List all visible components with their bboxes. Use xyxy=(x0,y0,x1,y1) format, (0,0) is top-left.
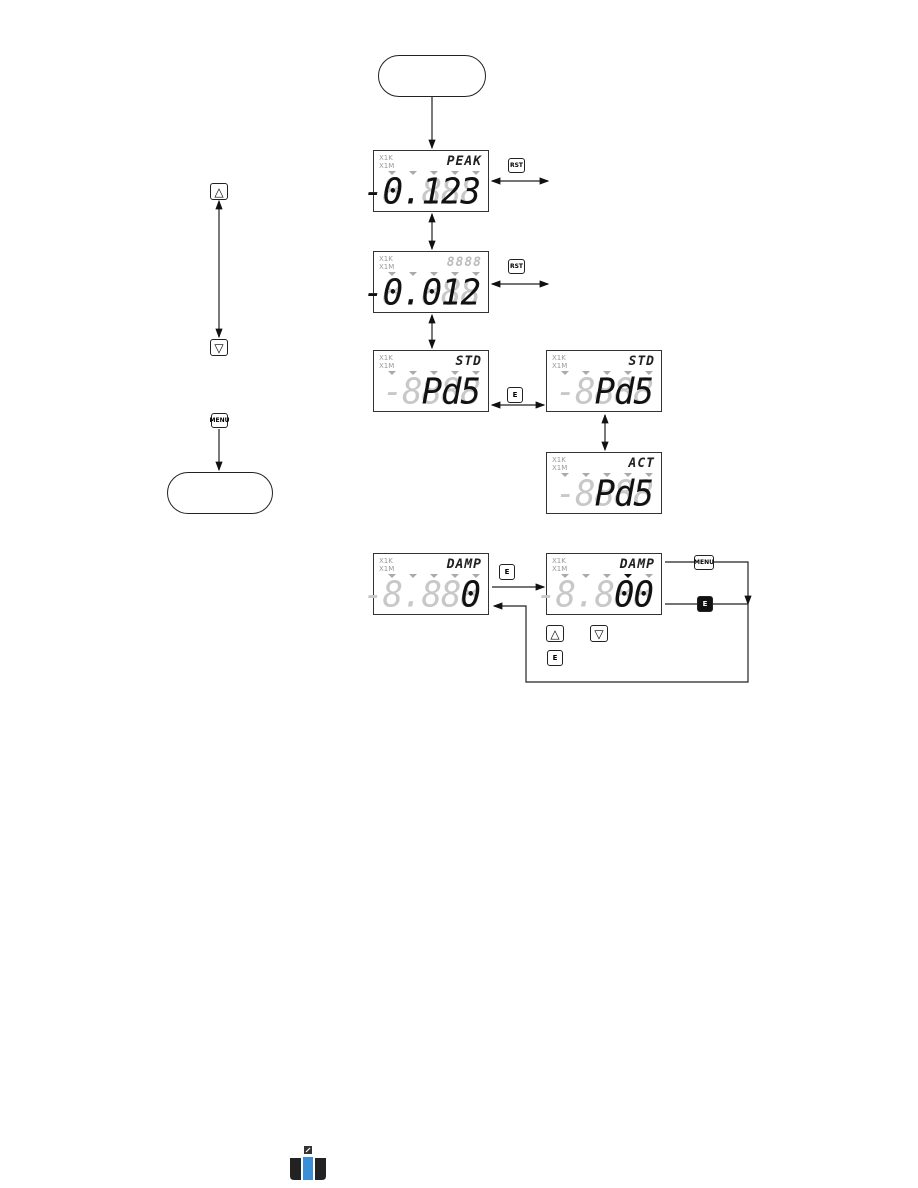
mode-label: STD xyxy=(455,354,482,369)
start-oval xyxy=(378,55,486,97)
rst-key-value[interactable]: RST xyxy=(508,259,525,274)
x1k-label: X1K xyxy=(552,456,566,464)
menu-flow-diagram: X1K X1M PEAK -8.888 -0.123 X1K X1M 8888 -8.… xyxy=(0,0,918,1188)
company-logo xyxy=(290,1146,326,1180)
x1m-label: X1M xyxy=(379,162,395,170)
x1m-label: X1M xyxy=(552,565,568,573)
mode-label: ACT xyxy=(628,456,655,471)
mode-label: PEAK xyxy=(446,154,482,169)
display-value: -0.123 xyxy=(363,171,481,213)
rst-key-peak[interactable]: RST xyxy=(508,158,525,173)
up-key-damp[interactable]: △ xyxy=(546,625,564,642)
enter-key-edit[interactable]: E xyxy=(547,650,563,666)
multiplier-labels: X1K X1M xyxy=(379,154,394,170)
lcd-display-damp-left: X1K X1M DAMP -8.888 0 xyxy=(363,553,489,616)
display-value: -0.012 xyxy=(363,272,481,314)
enter-key-damp[interactable]: E xyxy=(499,564,515,580)
menu-key[interactable]: MENU xyxy=(210,413,229,428)
menu-key-damp[interactable]: MENU xyxy=(694,555,714,570)
up-key[interactable]: △ xyxy=(210,183,228,200)
x1k-label: X1K xyxy=(379,154,393,162)
display-value: Pd5 xyxy=(402,371,481,413)
mode-label: DAMP xyxy=(619,557,655,572)
x1m-label: X1M xyxy=(552,464,568,472)
lcd-display-value: X1K X1M 8888 -8.888 -0.012 xyxy=(363,251,489,313)
x1k-label: X1K xyxy=(379,557,393,565)
x1m-label: X1M xyxy=(379,362,395,370)
multiplier-labels: X1K X1M xyxy=(379,255,394,271)
x1k-label: X1K xyxy=(552,354,566,362)
enter-key-confirm[interactable]: E xyxy=(697,596,713,612)
multiplier-labels: X1K X1M xyxy=(552,557,567,573)
multiplier-labels: X1K X1M xyxy=(379,557,394,573)
enter-key-std[interactable]: E xyxy=(507,387,523,403)
x1k-label: X1K xyxy=(379,354,393,362)
x1m-label: X1M xyxy=(552,362,568,370)
end-oval xyxy=(167,472,273,514)
x1k-label: X1K xyxy=(552,557,566,565)
x1m-label: X1M xyxy=(379,263,395,271)
display-value: 0 xyxy=(382,574,481,616)
lcd-display-act: X1K X1M ACT -8888 Pd5 xyxy=(546,452,662,514)
multiplier-labels: X1K X1M xyxy=(379,354,394,370)
mode-label: STD xyxy=(628,354,655,369)
lcd-display-std-left: X1K X1M STD -8888 Pd5 xyxy=(373,350,489,412)
display-value: 00 xyxy=(555,574,654,616)
multiplier-labels: X1K X1M xyxy=(552,354,567,370)
lcd-display-std-right: X1K X1M STD -8888 Pd5 xyxy=(546,350,662,412)
lcd-display-damp-right: X1K X1M DAMP -8.888 00 xyxy=(536,553,662,616)
lcd-display-peak: X1K X1M PEAK -8.888 -0.123 xyxy=(363,150,489,212)
mode-label: DAMP xyxy=(446,557,482,572)
x1k-label: X1K xyxy=(379,255,393,263)
down-key[interactable]: ▽ xyxy=(210,339,228,356)
multiplier-labels: X1K X1M xyxy=(552,456,567,472)
display-value: Pd5 xyxy=(575,371,654,413)
down-key-damp[interactable]: ▽ xyxy=(590,625,608,642)
display-value: Pd5 xyxy=(575,473,654,515)
mode-label: 8888 xyxy=(446,255,482,270)
x1m-label: X1M xyxy=(379,565,395,573)
